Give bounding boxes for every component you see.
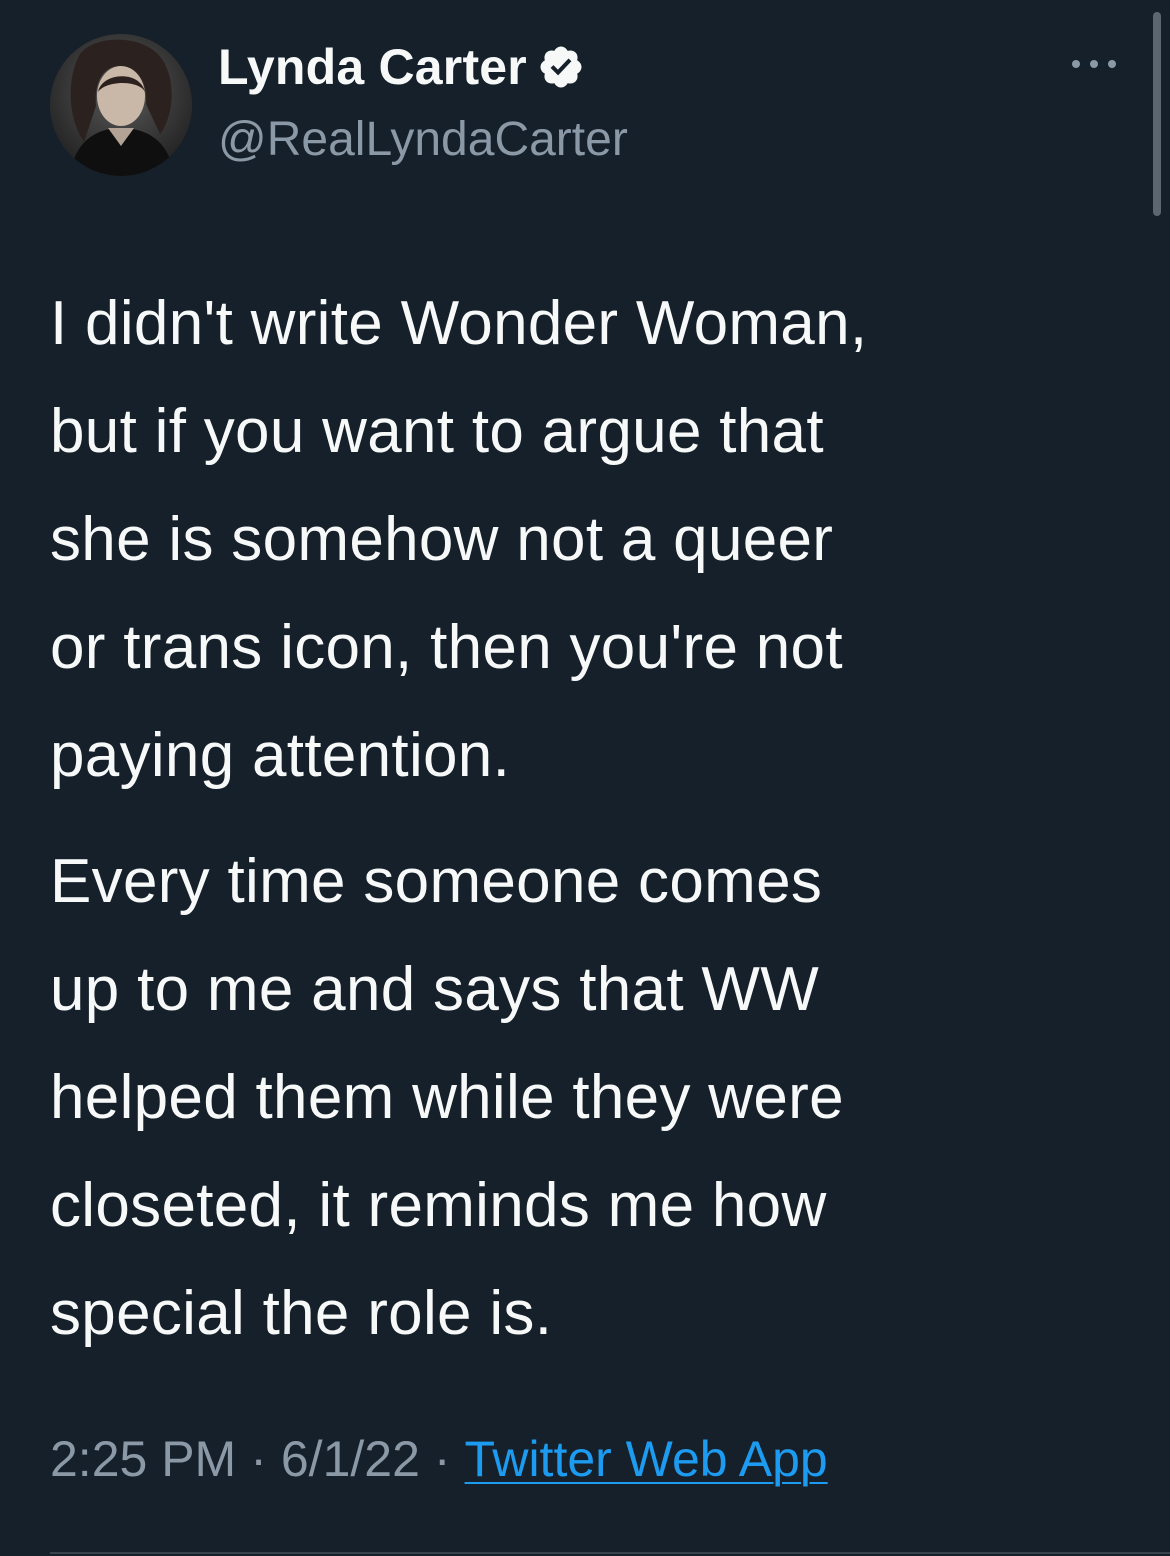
tweet-paragraph: I didn't write Wonder Woman, but if you … xyxy=(50,289,868,790)
tweet-meta: 2:25 PM · 6/1/22 · Twitter Web App xyxy=(50,1430,828,1488)
tweet-date[interactable]: 6/1/22 xyxy=(281,1430,420,1488)
tweet: Lynda Carter @RealLyndaCarter I didn't w… xyxy=(0,0,1170,1556)
tweet-time[interactable]: 2:25 PM xyxy=(50,1430,236,1488)
meta-separator: · xyxy=(433,1431,451,1487)
scrollbar[interactable] xyxy=(1153,12,1161,216)
tweet-paragraph: Every time someone comes up to me and sa… xyxy=(50,847,844,1348)
tweet-text: I didn't write Wonder Woman, but if you … xyxy=(50,270,1140,1368)
avatar-image xyxy=(50,34,192,176)
verified-badge-icon xyxy=(540,46,582,88)
author-name-row[interactable]: Lynda Carter xyxy=(218,36,585,98)
author-handle[interactable]: @RealLyndaCarter xyxy=(218,112,628,167)
display-name[interactable]: Lynda Carter xyxy=(218,38,527,96)
meta-separator: · xyxy=(250,1431,267,1487)
avatar[interactable] xyxy=(50,34,192,176)
divider xyxy=(50,1552,1170,1554)
tweet-source-link[interactable]: Twitter Web App xyxy=(465,1430,828,1488)
more-dots-icon[interactable] xyxy=(1068,52,1120,76)
